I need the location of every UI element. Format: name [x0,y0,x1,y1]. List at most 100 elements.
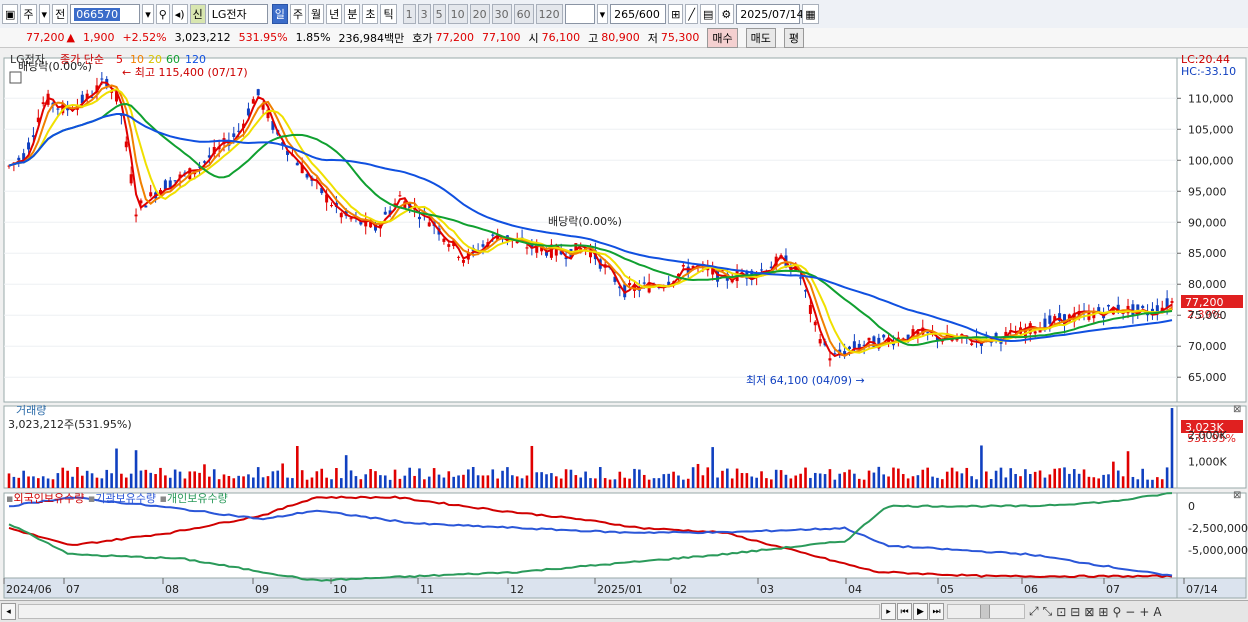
volume-bar [1126,451,1130,488]
volume-bar [960,473,964,488]
interval-dropdown-icon[interactable]: ▾ [596,4,609,24]
speaker-icon[interactable]: ◂) [171,4,188,24]
volume-bar [755,477,758,488]
tool-icon-1[interactable]: ⤢ [1029,604,1039,619]
scroll-right-icon[interactable]: ▸ [881,603,896,620]
candle-body [134,214,138,217]
tool-icon-6[interactable]: ⊞ [1098,605,1108,619]
zoom-slider[interactable] [947,604,1025,619]
open-label: 시 [528,31,539,45]
save-icon[interactable]: ▤ [699,4,717,24]
interval-custom-input[interactable] [564,4,595,24]
zoom-slider-handle[interactable] [980,605,990,618]
volume-bar [642,474,646,488]
volume-bar [1043,477,1047,488]
dividend-note-top: 배당락(0.00%) [18,60,92,73]
interval-tab[interactable]: 10 [447,4,468,24]
volume-bar [1102,474,1105,488]
credit-badge[interactable]: 신 [189,4,206,24]
candle-body [173,180,177,182]
tool-icon-5[interactable]: ⊠ [1084,605,1094,619]
sell-button[interactable]: 매도 [745,27,776,48]
zoom-in-icon[interactable]: + [1139,605,1149,619]
candle-body [383,211,387,215]
candle-body [1033,331,1037,334]
volume-bar [799,473,802,488]
period-tab[interactable]: 틱 [380,4,397,24]
scroll-left-icon[interactable]: ◂ [1,603,16,620]
play-icon[interactable]: ▶ [913,603,928,620]
interval-tab[interactable]: 30 [491,4,512,24]
x-axis-label: 2024/06 [6,583,52,596]
period-tab[interactable]: 년 [326,4,343,24]
period-tab[interactable]: 일 [271,4,288,24]
x-axis-label: 12 [510,583,524,596]
volume-bar [804,467,807,488]
volume-bar [344,455,348,488]
stock-name-field[interactable]: LG전자 [207,4,268,24]
x-axis-label: 2025/01 [597,583,643,596]
volume-bar [608,479,612,488]
code-dropdown-icon[interactable]: ▾ [142,4,154,24]
volume-bar [1019,476,1022,488]
holding-panel-close-icon[interactable]: ⊠ [1233,490,1241,501]
hc-value: HC:-33.10 [1181,65,1236,78]
volume-bar [901,474,905,488]
average-button[interactable]: 평 [783,27,805,48]
candle-body [818,339,822,344]
volume-bar [877,466,881,488]
period-tab[interactable]: 분 [344,4,361,24]
volume-bar [667,473,670,488]
interval-tab[interactable]: 60 [513,4,534,24]
volume-bar [721,470,724,488]
volume-bar [916,475,920,488]
interval-tab[interactable]: 120 [535,4,563,24]
stock-chart[interactable]: LG전자 종가 단순 5 10 20 60 120 배당락(0.00%) ← 최… [0,50,1248,600]
volume-bar [515,476,519,488]
tool-icon-2[interactable]: ⤡ [1043,604,1053,619]
candle-body [1048,315,1052,324]
data-count-field[interactable]: 265/600 [610,4,667,24]
volume-bar [569,469,573,488]
buy-button[interactable]: 매수 [707,27,738,48]
search-icon[interactable]: ⚲ [1112,605,1121,619]
zoom-out-icon[interactable]: − [1125,605,1135,619]
period-tab[interactable]: 주 [289,4,306,24]
price-y-label: 100,000 [1188,154,1234,167]
date-field[interactable]: 2025/07/14 [736,4,804,24]
font-size-icon[interactable]: A [1153,605,1161,619]
interval-tab[interactable]: 5 [432,4,446,24]
interval-tab[interactable]: 3 [417,4,431,24]
calendar-icon[interactable]: ▦ [802,4,819,24]
window-icon[interactable]: ▣ [2,4,19,24]
chart-scroll-bar[interactable]: ◂ ▸ ⏮ ▶ ⏭ ⤢ ⤡ ⊡ ⊟ ⊠ ⊞ ⚲ − + A [0,600,1248,622]
gear-icon[interactable]: ⚙ [718,4,735,24]
last-page-icon[interactable]: ⏭ [929,603,944,620]
volume-bar [496,478,499,488]
interval-tab[interactable]: 20 [469,4,490,24]
candle-body [491,234,495,236]
stock-code-input[interactable]: 066570 [70,4,141,24]
volume-bar [1151,479,1154,488]
volume-bar [330,479,333,488]
scroll-track[interactable] [18,604,880,619]
volume-bar [12,476,16,488]
prev-button[interactable]: 전 [52,4,69,24]
chevron-down-icon[interactable]: ▾ [38,4,51,24]
candle-body [1106,305,1110,307]
search-icon[interactable]: ⚲ [155,4,170,24]
tool-icon-4[interactable]: ⊟ [1070,605,1080,619]
tool-icon-3[interactable]: ⊡ [1056,605,1066,619]
volume-panel-close-icon[interactable]: ⊠ [1233,404,1241,415]
volume-bar [853,473,856,488]
interval-tab[interactable]: 1 [402,4,416,24]
period-tab[interactable]: 월 [307,4,325,24]
chart-tools-icon[interactable]: ⊞ [668,4,684,24]
first-page-icon[interactable]: ⏮ [897,603,912,620]
x-axis-label: 08 [165,583,179,596]
mode-select[interactable]: 주 [20,4,37,24]
volume-bar [672,471,675,488]
period-tab[interactable]: 초 [362,4,379,24]
volume-bar [726,468,729,488]
draw-tool-icon[interactable]: ╱ [685,4,698,24]
